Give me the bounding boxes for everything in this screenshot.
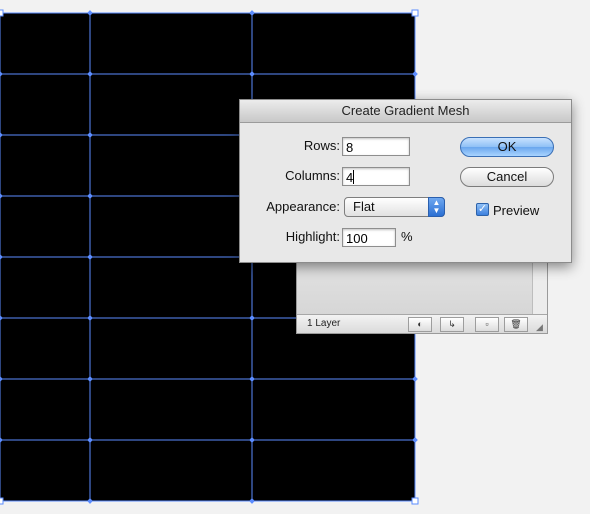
make-clipping-mask-icon[interactable]: ◐ <box>408 317 432 332</box>
new-sublayer-icon[interactable]: ↳ <box>440 317 464 332</box>
mesh-corner-handle[interactable] <box>0 497 4 505</box>
highlight-value: 100 <box>346 231 368 246</box>
preview-checkbox[interactable]: ✓ <box>476 203 489 216</box>
dialog-title: Create Gradient Mesh <box>240 100 571 123</box>
checkmark-icon: ✓ <box>477 203 488 215</box>
highlight-field[interactable]: 100 <box>342 228 396 247</box>
columns-value: 4 <box>346 170 354 185</box>
resize-grip-icon[interactable]: ◢ <box>536 322 546 332</box>
rows-value: 8 <box>346 140 354 155</box>
trash-icon[interactable]: 🗑 <box>504 317 528 332</box>
appearance-value: Flat <box>353 199 375 214</box>
mesh-corner-handle[interactable] <box>411 497 419 505</box>
rows-field[interactable]: 8 <box>342 137 410 156</box>
highlight-label: Highlight: <box>285 229 340 244</box>
layers-panel: 1 Layer ◐ ↳ ▫ 🗑 ◢ <box>296 252 548 334</box>
cancel-button[interactable]: Cancel <box>460 167 554 187</box>
columns-label: Columns: <box>285 168 340 183</box>
columns-field[interactable]: 4 <box>342 167 410 186</box>
create-gradient-mesh-dialog: Create Gradient Mesh Rows: 8 Columns: 4 … <box>239 99 572 263</box>
layers-panel-footer: 1 Layer ◐ ↳ ▫ 🗑 ◢ <box>297 314 547 333</box>
text-cursor <box>353 170 355 184</box>
appearance-select[interactable]: Flat ▲ ▼ <box>344 197 445 217</box>
highlight-unit: % <box>401 229 413 244</box>
mesh-corner-handle[interactable] <box>0 9 4 17</box>
updown-arrows-icon: ▲ ▼ <box>428 197 445 217</box>
layer-count: 1 Layer <box>307 318 341 329</box>
mesh-corner-handle[interactable] <box>411 9 419 17</box>
new-layer-icon[interactable]: ▫ <box>475 317 499 332</box>
appearance-label: Appearance: <box>266 199 340 214</box>
rows-label: Rows: <box>303 138 340 153</box>
ok-button[interactable]: OK <box>460 137 554 157</box>
preview-label: Preview <box>493 203 540 218</box>
